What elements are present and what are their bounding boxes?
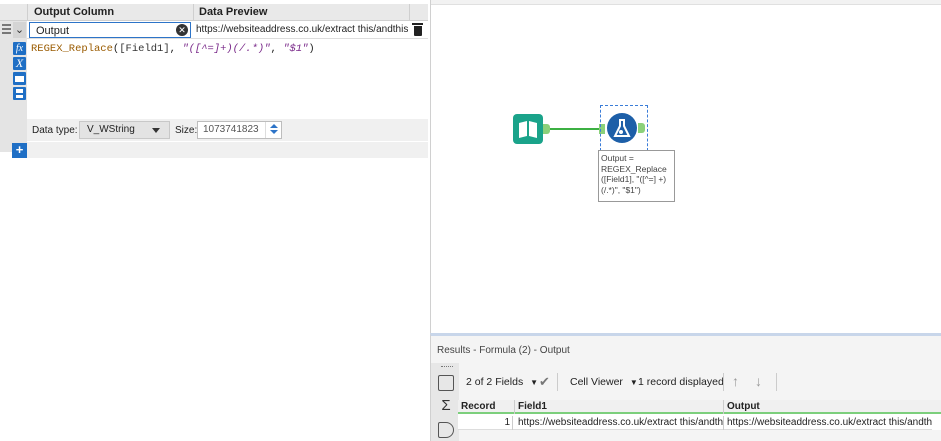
expr-replacement: "$1" — [283, 43, 309, 55]
apply-check-icon[interactable]: ✔ — [539, 374, 550, 390]
delete-icon[interactable] — [411, 23, 424, 37]
step-up-icon[interactable] — [269, 124, 278, 128]
output-name-field[interactable]: Output ✕ — [29, 22, 191, 38]
expr-sep2: , — [270, 43, 284, 55]
stepper-arrows[interactable] — [265, 122, 281, 138]
workflow-canvas[interactable]: Output = REGEX_Replace ([Field1], "([^=]… — [430, 0, 941, 333]
fields-selector[interactable]: 2 of 2 Fields ▼ — [466, 376, 538, 388]
table-view-icon[interactable] — [438, 375, 454, 391]
expr-sep1: , — [169, 43, 183, 55]
input-data-tool[interactable] — [513, 114, 543, 144]
size-value: 1073741823 — [203, 124, 259, 135]
results-table: Record Field1 Output 1 https://websitead… — [458, 400, 941, 430]
add-row-bar — [27, 142, 428, 158]
expr-function: REGEX_Replace — [31, 43, 113, 55]
expr-close: ) — [308, 43, 315, 55]
book-icon — [519, 121, 537, 138]
add-formula-button[interactable]: + — [12, 143, 27, 158]
output-column-header: Output Column — [27, 4, 193, 21]
data-type-label: Data type: — [32, 125, 78, 136]
header-field1: Field1 — [515, 400, 724, 414]
formula-config-panel: Output Column Data Preview ⌄ Output ✕ ht… — [0, 0, 428, 441]
strip-grip-icon — [441, 366, 453, 369]
expression-text: REGEX_Replace([Field1], "([^=]+)(/.*)", … — [31, 43, 315, 55]
cell-output[interactable]: https://websiteaddress.co.uk/extract thi… — [724, 416, 932, 430]
cell-field1[interactable]: https://websiteaddress.co.uk/extract thi… — [515, 416, 724, 430]
arrow-up-icon[interactable]: ↑ — [732, 373, 739, 389]
output-name-value: Output — [36, 25, 70, 37]
data-type-select[interactable]: V_WString — [79, 121, 170, 139]
canvas-ruler — [431, 0, 941, 5]
size-label: Size: — [175, 125, 198, 136]
open-folder-icon[interactable] — [13, 72, 26, 85]
formula-output-anchor[interactable] — [638, 123, 645, 133]
toolbar-divider-2 — [723, 373, 724, 391]
fields-dropdown-icon: ▼ — [530, 378, 539, 387]
fields-selector-label: 2 of 2 Fields — [466, 376, 524, 388]
flask-icon — [613, 119, 631, 137]
results-panel: Results - Formula (2) - Output Σ 2 of 2 … — [430, 333, 941, 441]
arrow-down-icon[interactable]: ↓ — [755, 373, 762, 389]
data-type-value: V_WString — [87, 124, 135, 135]
toolbar-divider-3 — [776, 373, 777, 391]
data-preview-value: https://websiteaddress.co.uk/extract thi… — [196, 24, 408, 35]
summary-sigma-icon[interactable]: Σ — [438, 398, 454, 414]
step-down-icon[interactable] — [269, 130, 278, 134]
fx-icon[interactable]: fx — [13, 42, 26, 55]
clear-icon[interactable]: ✕ — [176, 24, 188, 36]
formula-tool[interactable] — [607, 113, 637, 143]
input-tool-output-anchor[interactable] — [543, 124, 550, 134]
chevron-down-icon — [152, 128, 160, 133]
cell-viewer-chevron-icon: ▼ — [629, 378, 638, 387]
tool-annotation: Output = REGEX_Replace ([Field1], "([^=]… — [598, 150, 675, 202]
collapse-chevron-icon[interactable]: ⌄ — [13, 22, 26, 38]
variable-x-icon[interactable]: X — [13, 57, 26, 70]
drag-handle-icon[interactable] — [2, 24, 11, 34]
data-preview-header: Data Preview — [193, 4, 409, 21]
expression-editor[interactable]: REGEX_Replace([Field1], "([^=]+)(/.*)", … — [27, 40, 428, 118]
expr-pattern: "([^=]+)(/.*)" — [182, 43, 271, 55]
cell-viewer-dropdown[interactable]: Cell Viewer ▼ — [570, 376, 638, 388]
expr-field: [Field1] — [119, 43, 170, 55]
records-displayed: 1 record displayed — [638, 376, 724, 388]
size-stepper[interactable]: 1073741823 — [197, 121, 282, 139]
header-trailing — [409, 4, 428, 21]
header-record: Record — [458, 400, 515, 414]
cell-record[interactable]: 1 — [458, 416, 513, 430]
connection-line[interactable] — [550, 128, 599, 130]
toolbar-divider — [557, 373, 558, 391]
header-output: Output — [727, 401, 760, 412]
results-title: Results - Formula (2) - Output — [437, 345, 570, 356]
cell-viewer-label: Cell Viewer — [570, 376, 623, 388]
header-corner — [0, 4, 27, 21]
save-icon[interactable] — [13, 87, 26, 100]
metadata-tag-icon[interactable] — [438, 422, 454, 438]
